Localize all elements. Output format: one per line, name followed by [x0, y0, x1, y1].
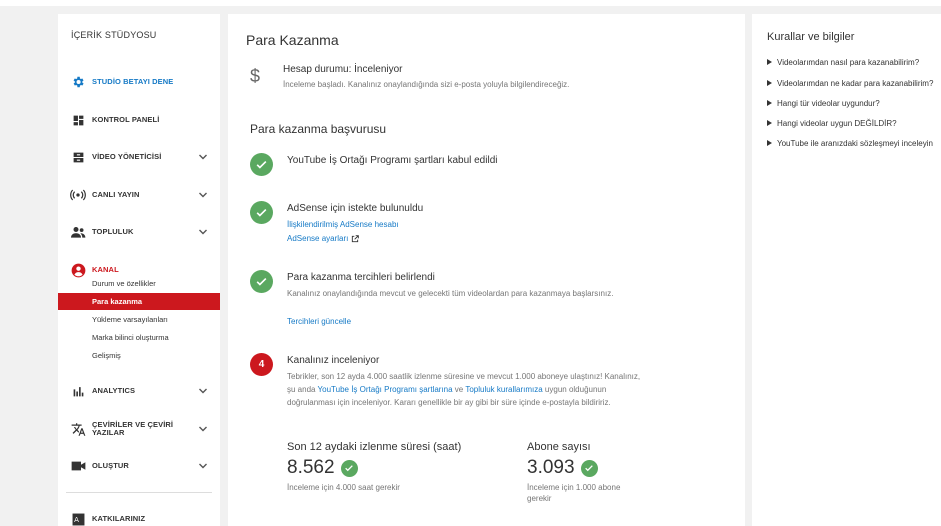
- sidebar: İÇERİK STÜDYOSU STUDİO BETAYI DENE KONTR…: [58, 14, 220, 526]
- dashboard-icon: [70, 112, 86, 128]
- rule-link[interactable]: Videolarımdan nasıl para kazanabilirim?: [767, 58, 919, 67]
- analytics-icon: [70, 383, 86, 399]
- sidebar-subitem-status[interactable]: Durum ve özellikler: [58, 275, 220, 292]
- rule-link-label: Hangi videolar uygun DEĞİLDİR?: [777, 119, 897, 128]
- update-preferences-link[interactable]: Tercihleri güncelle: [287, 317, 351, 326]
- page-title: Para Kazanma: [246, 32, 339, 48]
- community-icon: [70, 224, 86, 240]
- partner-program-terms-link[interactable]: YouTube İş Ortağı Programı şartlarına: [318, 385, 453, 394]
- sidebar-title: İÇERİK STÜDYOSU: [71, 30, 157, 40]
- svg-text:A: A: [74, 515, 79, 524]
- metric-label: Abone sayısı: [527, 441, 591, 453]
- subscriber-metric: Abone sayısı 3.093 İnceleme için 1.000 a…: [527, 441, 657, 504]
- community-guidelines-link[interactable]: Topluluk kurallarımıza: [465, 385, 542, 394]
- chevron-down-icon[interactable]: [198, 152, 208, 162]
- watch-time-metric: Son 12 aydaki izlenme süresi (saat) 8.56…: [287, 441, 497, 493]
- rule-link[interactable]: Videolarımdan ne kadar para kazanabiliri…: [767, 79, 933, 88]
- check-icon: [250, 201, 273, 224]
- triangle-right-icon: [767, 59, 772, 65]
- section-title: Para kazanma başvurusu: [250, 122, 387, 136]
- metric-note: İnceleme için 4.000 saat gerekir: [287, 483, 400, 492]
- rule-link-label: YouTube ile aranızdaki sözleşmeyi incele…: [777, 139, 933, 148]
- sidebar-item-label: ANALYTICS: [92, 386, 136, 395]
- metric-value: 8.562: [287, 457, 335, 478]
- sidebar-subitem-monetization[interactable]: Para kazanma: [58, 293, 220, 310]
- triangle-right-icon: [767, 100, 772, 106]
- top-strip: [0, 0, 941, 6]
- rule-link[interactable]: Hangi tür videolar uygundur?: [767, 99, 880, 108]
- step-title: Para kazanma tercihleri belirlendi: [287, 272, 435, 283]
- sidebar-item-label: STUDİO BETAYI DENE: [92, 77, 174, 86]
- check-icon: [580, 459, 598, 477]
- adsense-settings-link[interactable]: AdSense ayarları: [287, 234, 348, 243]
- sidebar-item-label: KONTROL PANELİ: [92, 115, 160, 124]
- contributions-icon: A: [70, 511, 86, 526]
- sidebar-subitem-branding[interactable]: Marka bilinci oluşturma: [58, 329, 220, 346]
- sidebar-item-label: OLUŞTUR: [92, 461, 129, 470]
- linked-adsense-link[interactable]: İlişkilendirilmiş AdSense hesabı: [287, 220, 399, 229]
- sidebar-subitem-advanced[interactable]: Gelişmiş: [58, 347, 220, 364]
- step-number-badge: 4: [250, 353, 273, 376]
- check-icon: [250, 153, 273, 176]
- sidebar-item-label: CANLI YAYIN: [92, 190, 140, 199]
- sidebar-item-contributions[interactable]: A KATKILARINIZ: [58, 508, 220, 526]
- triangle-right-icon: [767, 80, 772, 86]
- rule-link-label: Videolarımdan nasıl para kazanabilirim?: [777, 58, 920, 67]
- rule-link-label: Videolarımdan ne kadar para kazanabiliri…: [777, 79, 934, 88]
- sidebar-item-live[interactable]: CANLI YAYIN: [58, 184, 220, 206]
- sidebar-item-video-manager[interactable]: VİDEO YÖNETİCİSİ: [58, 146, 220, 168]
- sidebar-item-label: TOPLULUK: [92, 227, 134, 236]
- step-description: Tebrikler, son 12 ayda 4.000 saatlik izl…: [287, 370, 647, 409]
- sidebar-item-analytics[interactable]: ANALYTICS: [58, 380, 220, 402]
- rule-link[interactable]: YouTube ile aranızdaki sözleşmeyi incele…: [767, 139, 933, 148]
- status-title: Hesap durumu: İnceleniyor: [283, 64, 403, 75]
- metric-value-row: 3.093: [527, 457, 657, 479]
- create-icon: [70, 458, 86, 474]
- dollar-icon: $: [250, 66, 261, 86]
- rules-title: Kurallar ve bilgiler: [767, 31, 855, 43]
- metric-value: 3.093: [527, 457, 575, 478]
- sidebar-item-community[interactable]: TOPLULUK: [58, 221, 220, 243]
- sidebar-item-create[interactable]: OLUŞTUR: [58, 455, 220, 477]
- rule-link[interactable]: Hangi videolar uygun DEĞİLDİR?: [767, 119, 897, 128]
- sidebar-subitem-upload-defaults[interactable]: Yükleme varsayılanları: [58, 311, 220, 328]
- step-title: AdSense için istekte bulunuldu: [287, 203, 424, 214]
- adsense-settings-row: AdSense ayarları: [287, 234, 360, 243]
- metric-note: İnceleme için 1.000 abone gerekir: [527, 483, 621, 503]
- chevron-down-icon[interactable]: [198, 461, 208, 471]
- sidebar-item-translations[interactable]: ÇEVİRİLER VE ÇEVİRİ YAZILAR: [58, 417, 220, 441]
- metric-label: Son 12 aydaki izlenme süresi (saat): [287, 441, 462, 453]
- translate-icon: [70, 421, 86, 437]
- video-manager-icon: [70, 149, 86, 165]
- step-description: Kanalınız onaylandığında mevcut ve gelec…: [287, 289, 614, 298]
- gear-icon: [70, 74, 86, 90]
- sidebar-item-label: VİDEO YÖNETİCİSİ: [92, 152, 162, 161]
- step-title: Kanalınız inceleniyor: [287, 355, 380, 366]
- metric-value-row: 8.562: [287, 457, 497, 479]
- external-link-icon[interactable]: [351, 234, 360, 243]
- sidebar-item-studio-beta[interactable]: STUDİO BETAYI DENE: [58, 71, 220, 93]
- sidebar-item-label: KANAL: [92, 265, 119, 274]
- rule-link-label: Hangi tür videolar uygundur?: [777, 99, 880, 108]
- triangle-right-icon: [767, 120, 772, 126]
- desc-text: ve: [452, 385, 466, 394]
- sidebar-item-label: KATKILARINIZ: [92, 514, 146, 523]
- live-icon: [70, 187, 86, 203]
- sidebar-item-label: ÇEVİRİLER VE ÇEVİRİ YAZILAR: [92, 420, 174, 437]
- rules-panel: Kurallar ve bilgiler Videolarımdan nasıl…: [752, 14, 941, 526]
- status-description: İnceleme başladı. Kanalınız onaylandığın…: [283, 80, 570, 89]
- chevron-down-icon[interactable]: [198, 424, 208, 434]
- chevron-down-icon[interactable]: [198, 227, 208, 237]
- chevron-down-icon[interactable]: [198, 386, 208, 396]
- triangle-right-icon: [767, 140, 772, 146]
- sidebar-divider: [66, 492, 212, 493]
- check-icon: [340, 459, 358, 477]
- main-panel: Para Kazanma $ Hesap durumu: İnceleniyor…: [228, 14, 745, 526]
- sidebar-item-dashboard[interactable]: KONTROL PANELİ: [58, 109, 220, 131]
- chevron-down-icon[interactable]: [198, 190, 208, 200]
- check-icon: [250, 270, 273, 293]
- step-title: YouTube İş Ortağı Programı şartları kabu…: [287, 155, 498, 166]
